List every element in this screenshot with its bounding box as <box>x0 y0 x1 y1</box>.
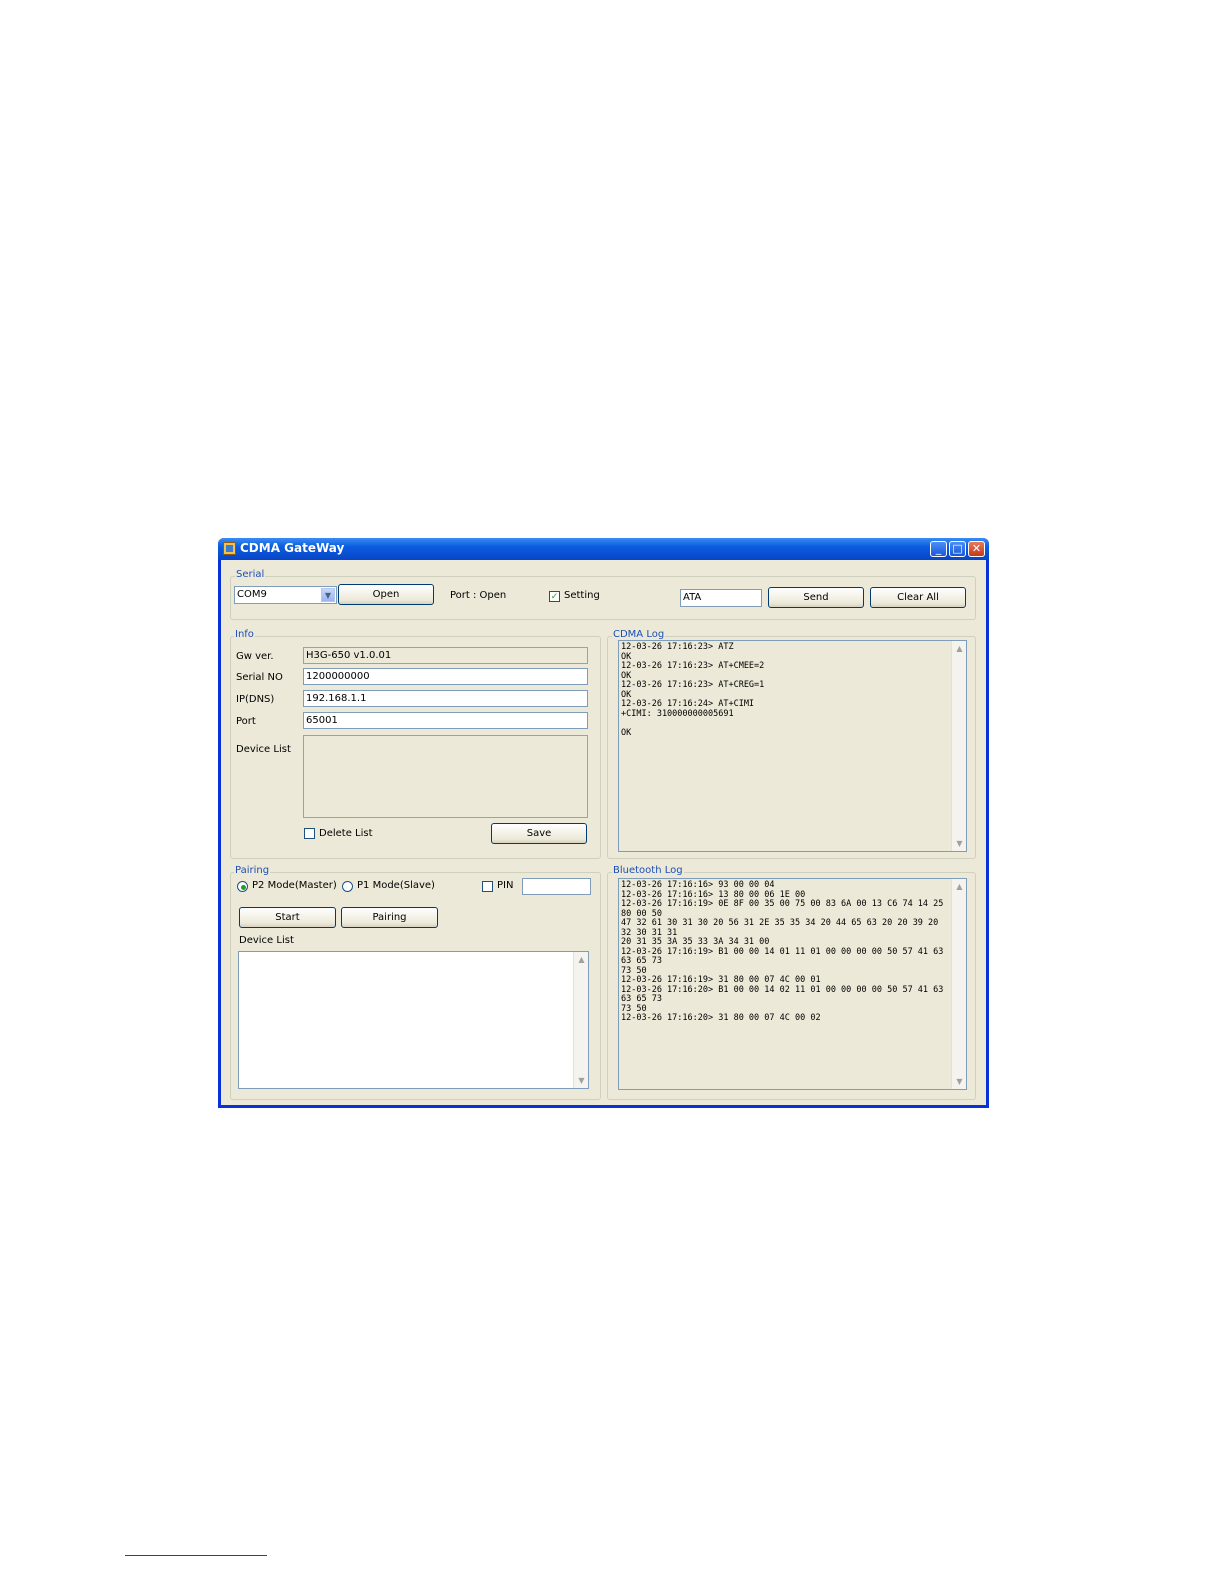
cdma-log-textbox[interactable]: 12-03-26 17:16:23> ATZ OK 12-03-26 17:16… <box>618 640 967 852</box>
close-icon: ✕ <box>971 542 982 555</box>
start-button[interactable]: Start <box>239 907 336 928</box>
minimize-icon: _ <box>935 542 942 555</box>
ip-label: IP(DNS) <box>236 694 275 705</box>
gw-ver-value: H3G-650 v1.0.01 <box>306 650 392 661</box>
setting-checkbox[interactable]: ✓ <box>549 591 560 602</box>
p1-mode-radio[interactable] <box>342 881 353 892</box>
pin-checkbox[interactable] <box>482 881 493 892</box>
window-title: CDMA GateWay <box>240 541 345 555</box>
bluetooth-log-textbox[interactable]: 12-03-26 17:16:16> 93 00 00 04 12-03-26 … <box>618 878 967 1090</box>
cdma-log-group-label: CDMA Log <box>612 629 666 640</box>
client-area: Serial COM9 ▼ Open Port : Open ✓ Setting… <box>221 560 986 1105</box>
chevron-down-icon[interactable]: ▼ <box>321 588 335 602</box>
ip-field[interactable]: 192.168.1.1 <box>303 690 588 707</box>
command-value: ATA <box>683 592 702 603</box>
close-button[interactable]: ✕ <box>968 541 985 557</box>
port-field[interactable]: 65001 <box>303 712 588 729</box>
p2-mode-radio[interactable] <box>237 881 248 892</box>
pin-label: PIN <box>497 880 514 891</box>
delete-list-label: Delete List <box>319 828 373 839</box>
scroll-up-arrow-icon[interactable]: ▲ <box>952 641 967 656</box>
p1-mode-label: P1 Mode(Slave) <box>357 880 435 891</box>
com-port-select[interactable]: COM9 ▼ <box>234 586 337 604</box>
p2-mode-label: P2 Mode(Master) <box>252 880 337 891</box>
minimize-button[interactable]: _ <box>930 541 947 557</box>
pin-input[interactable] <box>522 878 591 895</box>
footnote-rule <box>125 1555 267 1556</box>
port-label: Port <box>236 716 256 727</box>
scroll-up-arrow-icon[interactable]: ▲ <box>574 952 589 967</box>
command-input[interactable]: ATA <box>680 589 762 607</box>
cdma-log-scrollbar[interactable]: ▲ ▼ <box>951 641 966 851</box>
device-list-label: Device List <box>236 744 291 755</box>
ip-value: 192.168.1.1 <box>306 693 367 704</box>
scroll-down-arrow-icon[interactable]: ▼ <box>952 1074 967 1089</box>
gw-ver-field: H3G-650 v1.0.01 <box>303 647 588 664</box>
title-bar[interactable]: CDMA GateWay _ □ ✕ <box>218 538 989 560</box>
scroll-down-arrow-icon[interactable]: ▼ <box>952 836 967 851</box>
scroll-up-arrow-icon[interactable]: ▲ <box>952 879 967 894</box>
app-icon <box>223 542 236 555</box>
serial-no-label: Serial NO <box>236 672 283 683</box>
pairing-group-label: Pairing <box>234 865 271 876</box>
bluetooth-log-group-label: Bluetooth Log <box>612 865 684 876</box>
port-value: 65001 <box>306 715 338 726</box>
pairing-device-list[interactable] <box>238 951 589 1089</box>
pairing-list-scrollbar[interactable]: ▲ ▼ <box>573 952 588 1088</box>
pairing-button[interactable]: Pairing <box>341 907 438 928</box>
delete-list-checkbox[interactable] <box>304 828 315 839</box>
open-button[interactable]: Open <box>338 584 434 605</box>
maximize-button[interactable]: □ <box>949 541 966 557</box>
com-port-value: COM9 <box>237 589 267 600</box>
app-window: CDMA GateWay _ □ ✕ Serial COM9 ▼ Open Po… <box>218 538 989 1108</box>
scroll-down-arrow-icon[interactable]: ▼ <box>574 1073 589 1088</box>
info-group-label: Info <box>234 629 255 640</box>
serial-no-field[interactable]: 1200000000 <box>303 668 588 685</box>
serial-group-label: Serial <box>235 569 266 580</box>
bluetooth-log-scrollbar[interactable]: ▲ ▼ <box>951 879 966 1089</box>
info-device-list[interactable] <box>303 735 588 818</box>
clear-all-button[interactable]: Clear All <box>870 587 966 608</box>
port-status: Port : Open <box>450 590 507 601</box>
gw-ver-label: Gw ver. <box>236 651 274 662</box>
send-button[interactable]: Send <box>768 587 864 608</box>
pairing-device-list-label: Device List <box>239 935 294 946</box>
serial-no-value: 1200000000 <box>306 671 370 682</box>
save-button[interactable]: Save <box>491 823 587 844</box>
setting-label: Setting <box>564 590 600 601</box>
maximize-icon: □ <box>952 542 963 555</box>
